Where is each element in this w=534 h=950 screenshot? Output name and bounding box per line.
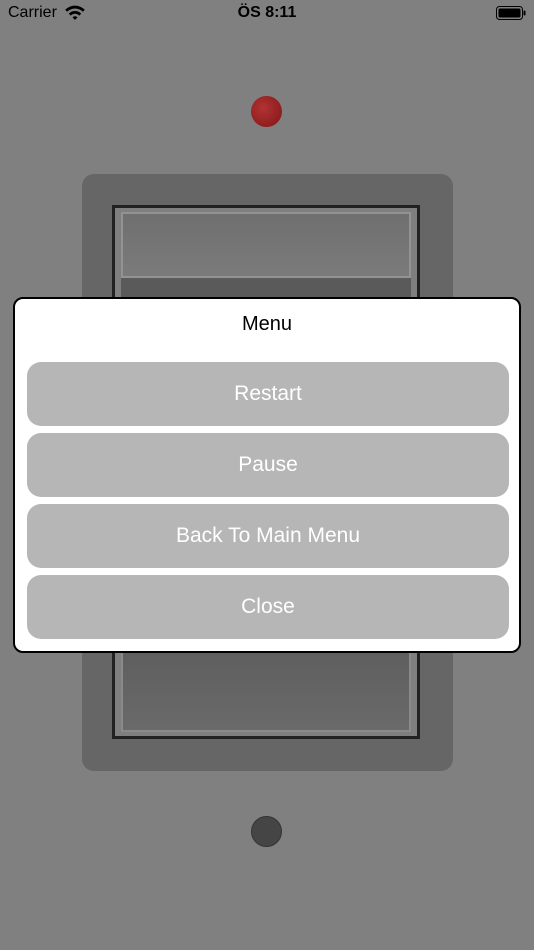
close-button[interactable]: Close [27,575,509,639]
restart-button[interactable]: Restart [27,362,509,426]
menu-dialog: Menu Restart Pause Back To Main Menu Clo… [13,297,521,653]
pause-button[interactable]: Pause [27,433,509,497]
status-bar: Carrier ÖS 8:11 [0,0,534,30]
battery-icon [496,6,526,20]
screen-bottom-panel [121,646,411,732]
status-time: ÖS 8:11 [237,4,297,21]
top-indicator-light [251,96,282,127]
menu-title: Menu [241,313,293,335]
bottom-indicator-light [251,816,282,847]
back-to-main-menu-button[interactable]: Back To Main Menu [27,504,509,568]
screen-top-panel [121,212,411,278]
